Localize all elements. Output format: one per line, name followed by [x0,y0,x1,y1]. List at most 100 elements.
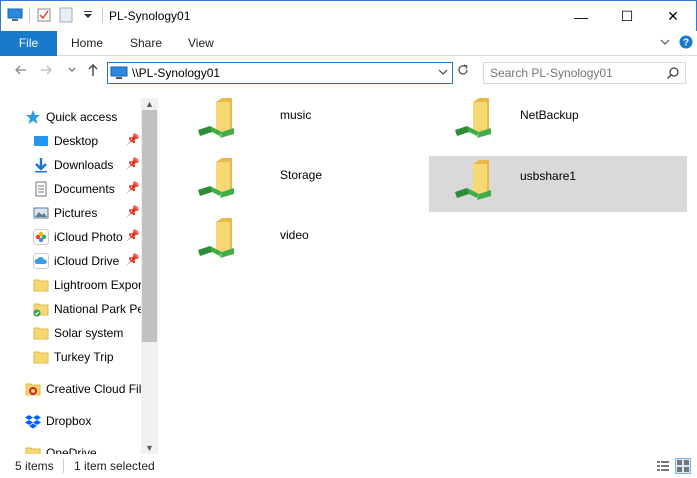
shared-folder-icon [453,158,493,204]
maximize-button[interactable]: ☐ [604,1,650,32]
nav-scrollbar[interactable]: ▲ ▼ [141,98,158,454]
pin-icon: 📌 [126,254,140,266]
share-item-usbshare1[interactable]: usbshare1 [429,156,687,212]
item-name: Storage [280,168,323,182]
share-item-music[interactable]: music [172,90,430,146]
nav-quick-access[interactable]: Quick access [0,106,142,128]
window-title: PL-Synology01 [109,9,191,23]
icloud-photos-icon [33,229,49,245]
nav-item-national-park[interactable]: National Park Pe [0,298,142,320]
creative-cloud-folder-icon [25,381,41,397]
ribbon-tabs: File Home Share View ? [0,31,697,56]
address-dropdown-icon[interactable] [438,65,448,82]
refresh-icon [458,64,468,75]
search-input[interactable] [490,65,660,81]
nav-label: Pictures [54,206,98,220]
back-button[interactable] [13,63,29,81]
pin-icon: 📌 [126,182,140,194]
share-item-netbackup[interactable]: NetBackup [429,90,687,146]
documents-icon [33,181,49,197]
nav-item-turkey-trip[interactable]: Turkey Trip [0,346,142,368]
search-icon[interactable] [666,66,680,80]
forward-button[interactable] [38,63,54,81]
shared-folder-icon [453,96,493,142]
status-bar: 5 items 1 item selected [0,454,697,478]
nav-item-desktop[interactable]: Desktop 📌 [0,130,142,152]
folder-icon [33,277,49,293]
scroll-up-icon[interactable]: ▲ [141,98,158,110]
dropbox-icon [25,413,41,429]
nav-item-downloads[interactable]: Downloads 📌 [0,154,142,176]
new-folder-icon[interactable] [58,7,74,23]
downloads-icon [33,157,49,173]
tab-view[interactable]: View [174,31,228,56]
address-bar[interactable]: \\PL-Synology01 [107,62,453,84]
tab-file[interactable]: File [0,31,57,56]
properties-icon[interactable] [36,7,52,23]
shared-folder-icon [196,96,236,142]
item-count: 5 items [15,459,54,473]
star-icon [25,109,41,125]
nav-label: iCloud Drive [54,254,120,268]
nav-item-pictures[interactable]: Pictures 📌 [0,202,142,224]
item-name: NetBackup [520,108,579,122]
toolbar-divider [102,7,103,23]
share-item-video[interactable]: video [172,210,430,266]
nav-item-documents[interactable]: Documents 📌 [0,178,142,200]
forward-arrow-icon [41,65,52,75]
pin-icon: 📌 [126,206,140,218]
nav-label: Creative Cloud Fil [46,382,142,396]
shared-folder-icon [196,216,236,262]
item-name: usbshare1 [520,169,577,183]
folder-icon [33,349,49,365]
nav-label: Lightroom Expor [54,278,142,292]
chevron-down-icon [68,67,76,72]
nav-label: iCloud Photo [54,230,123,244]
details-view-button[interactable] [655,458,671,474]
icloud-drive-icon [33,253,49,269]
network-computer-icon [110,66,128,80]
refresh-button[interactable] [455,63,471,81]
nav-item-lightroom-export[interactable]: Lightroom Expor [0,274,142,296]
nav-item-icloud-photos[interactable]: iCloud Photo 📌 [0,226,142,248]
folder-synced-icon [33,301,49,317]
svg-text:?: ? [683,38,689,49]
desktop-icon [33,133,49,149]
computer-icon[interactable] [7,7,23,23]
nav-label: Documents [54,182,115,196]
nav-label: Downloads [54,158,114,172]
minimize-button[interactable]: — [558,1,604,32]
search-box[interactable] [483,62,686,84]
tiles-view-button[interactable] [675,458,691,474]
up-button[interactable] [85,63,101,81]
nav-label: National Park Pe [54,302,142,316]
title-bar: PL-Synology01 — ☐ ✕ [0,0,697,31]
customize-toolbar-icon[interactable] [80,7,96,23]
pin-icon: 📌 [126,134,140,146]
help-icon[interactable]: ? [679,35,693,52]
nav-label: Desktop [54,134,99,148]
selection-count: 1 item selected [74,459,155,473]
toolbar-divider [29,7,30,23]
tiles-view-icon [677,460,689,472]
share-item-storage[interactable]: Storage [172,150,430,206]
tab-home[interactable]: Home [57,31,117,56]
expand-ribbon-icon[interactable] [659,36,671,51]
nav-item-solar-system[interactable]: Solar system [0,322,142,344]
nav-dropbox[interactable]: Dropbox [0,410,142,432]
close-button[interactable]: ✕ [650,1,696,32]
nav-item-icloud-drive[interactable]: iCloud Drive 📌 [0,250,142,272]
up-arrow-icon [88,64,98,76]
item-name: video [280,228,309,242]
nav-label: Dropbox [46,414,92,428]
address-row: \\PL-Synology01 [0,56,697,90]
scroll-down-icon[interactable]: ▼ [141,442,158,454]
nav-label: Solar system [54,326,124,340]
nav-creative-cloud[interactable]: Creative Cloud Fil [0,378,142,400]
pin-icon: 📌 [126,230,140,242]
nav-label: OneDrive [46,446,97,454]
scrollbar-thumb[interactable] [142,110,157,342]
recent-locations-button[interactable] [64,63,80,81]
tab-share[interactable]: Share [116,31,176,56]
nav-onedrive[interactable]: OneDrive [0,442,142,454]
